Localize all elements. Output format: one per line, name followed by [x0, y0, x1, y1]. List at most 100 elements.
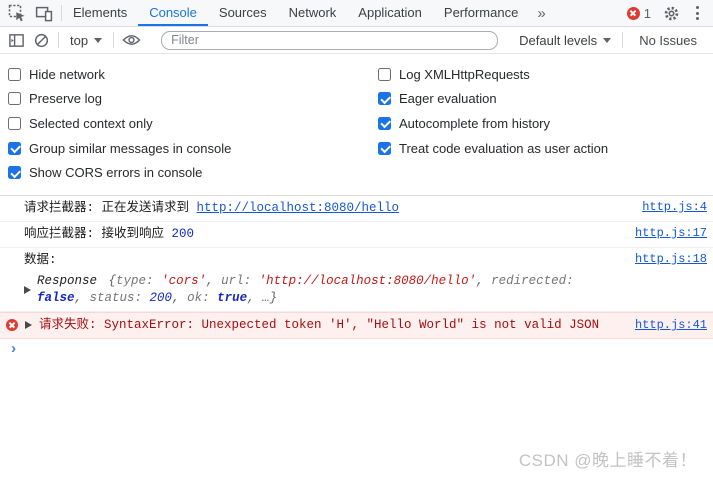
- source-location-link[interactable]: http.js:18: [635, 252, 707, 266]
- checkbox: [8, 117, 21, 130]
- csdn-watermark: CSDN @晚上睡不着！: [519, 446, 697, 471]
- setting-hide-network[interactable]: Hide network: [0, 62, 370, 87]
- expand-arrow-icon[interactable]: [25, 321, 32, 329]
- setting-label: Autocomplete from history: [399, 116, 550, 131]
- console-prompt[interactable]: ›: [0, 339, 713, 361]
- preview-token: 200: [150, 291, 173, 305]
- devtools-window: Elements Console Sources Network Applica…: [0, 0, 713, 478]
- tab-console[interactable]: Console: [138, 0, 208, 26]
- console-log-area: 请求拦截器: 正在发送请求到 http://localhost:8080/hel…: [0, 196, 713, 361]
- preview-token: ,: [206, 274, 221, 288]
- checkbox: [8, 142, 21, 155]
- kebab-menu-icon[interactable]: [692, 4, 703, 22]
- error-icon: [6, 319, 18, 331]
- divider: [622, 32, 623, 48]
- device-toolbar-icon[interactable]: [35, 4, 53, 22]
- setting-label: Log XMLHttpRequests: [399, 67, 530, 82]
- log-levels-dropdown[interactable]: Default levels: [516, 33, 614, 48]
- checkbox: [378, 92, 391, 105]
- setting-label: Show CORS errors in console: [29, 165, 202, 180]
- javascript-context-selector[interactable]: top: [67, 33, 105, 48]
- error-counter[interactable]: 1: [627, 6, 651, 21]
- tab-label: Elements: [73, 5, 127, 20]
- setting-treat-evaluation-user-action[interactable]: Treat code evaluation as user action: [370, 136, 608, 161]
- setting-eager-evaluation[interactable]: Eager evaluation: [370, 87, 608, 112]
- setting-group-similar[interactable]: Group similar messages in console: [0, 136, 370, 161]
- preview-token: status:: [90, 291, 150, 305]
- setting-label: Treat code evaluation as user action: [399, 141, 608, 156]
- log-message-data-object: 数据: Response {type: 'cors', url: 'http:/…: [0, 248, 713, 312]
- log-message-request-interceptor: 请求拦截器: 正在发送请求到 http://localhost:8080/hel…: [0, 196, 713, 222]
- setting-label: Preserve log: [29, 91, 102, 106]
- object-preview[interactable]: Response {type: 'cors', url: 'http://loc…: [24, 273, 623, 307]
- preview-token: {: [109, 274, 117, 288]
- preview-token: ,: [476, 274, 491, 288]
- status-number: 200: [172, 227, 195, 241]
- devtools-tab-bar: Elements Console Sources Network Applica…: [0, 0, 713, 27]
- tab-elements[interactable]: Elements: [62, 0, 138, 26]
- console-settings-pane: Hide network Preserve log Selected conte…: [0, 54, 713, 196]
- clear-console-icon[interactable]: [33, 32, 50, 49]
- chevron-down-icon: [94, 38, 102, 43]
- checkbox: [8, 68, 21, 81]
- chevrons-glyph: »: [537, 5, 544, 22]
- checkbox: [378, 68, 391, 81]
- setting-selected-context-only[interactable]: Selected context only: [0, 111, 370, 136]
- request-url-link[interactable]: http://localhost:8080/hello: [197, 201, 400, 215]
- setting-preserve-log[interactable]: Preserve log: [0, 87, 370, 112]
- setting-label: Eager evaluation: [399, 91, 497, 106]
- source-location-link[interactable]: http.js:17: [635, 226, 707, 240]
- error-badge-icon: [627, 7, 640, 20]
- issues-status[interactable]: No Issues: [631, 33, 705, 48]
- preview-token: redirected:: [491, 274, 574, 288]
- console-sidebar-toggle-icon[interactable]: [8, 32, 25, 49]
- source-location-link[interactable]: http.js:4: [642, 200, 707, 214]
- filter-input[interactable]: [161, 31, 498, 50]
- tab-label: Console: [149, 5, 197, 20]
- tab-label: Performance: [444, 5, 518, 20]
- panel-tabs: Elements Console Sources Network Applica…: [62, 0, 553, 26]
- preview-token: ,: [247, 291, 262, 305]
- setting-label: Selected context only: [29, 116, 153, 131]
- chevron-down-icon: [603, 38, 611, 43]
- console-toolbar: top Default levels No Issues: [0, 27, 713, 54]
- checkbox: [378, 117, 391, 130]
- source-location-link[interactable]: http.js:41: [635, 318, 707, 332]
- preview-token: false: [37, 291, 75, 305]
- inspect-element-icon[interactable]: [8, 4, 26, 22]
- tab-label: Sources: [219, 5, 267, 20]
- setting-show-cors-errors[interactable]: Show CORS errors in console: [0, 160, 370, 185]
- error-text: 请求失败: SyntaxError: Unexpected token 'H',…: [39, 317, 599, 334]
- levels-label: Default levels: [519, 33, 597, 48]
- preview-token: …}: [262, 291, 277, 305]
- preview-token: ,: [172, 291, 187, 305]
- object-class-name: Response: [37, 274, 97, 288]
- preview-token: type:: [116, 274, 161, 288]
- log-text: 数据:: [24, 253, 57, 267]
- preview-token: url:: [221, 274, 259, 288]
- checkbox: [378, 142, 391, 155]
- tab-application[interactable]: Application: [347, 0, 433, 26]
- tab-sources[interactable]: Sources: [208, 0, 278, 26]
- settings-gear-icon[interactable]: [663, 5, 680, 22]
- more-tabs-icon[interactable]: »: [529, 0, 552, 26]
- divider: [113, 32, 114, 48]
- log-text: 请求拦截器: 正在发送请求到: [24, 201, 197, 215]
- tab-label: Network: [289, 5, 337, 20]
- tab-network[interactable]: Network: [278, 0, 348, 26]
- log-message-error: 请求失败: SyntaxError: Unexpected token 'H',…: [0, 312, 713, 339]
- checkbox: [8, 92, 21, 105]
- preview-token: ok:: [187, 291, 217, 305]
- error-count: 1: [644, 6, 651, 21]
- log-text: 响应拦截器: 接收到响应: [24, 227, 172, 241]
- preview-token: ,: [75, 291, 90, 305]
- checkbox: [8, 166, 21, 179]
- setting-log-xmlhttprequests[interactable]: Log XMLHttpRequests: [370, 62, 608, 87]
- live-expression-eye-icon[interactable]: [122, 33, 141, 47]
- setting-autocomplete-history[interactable]: Autocomplete from history: [370, 111, 608, 136]
- preview-token: true: [217, 291, 247, 305]
- prompt-chevron-icon: ›: [9, 343, 18, 357]
- divider: [58, 32, 59, 48]
- expand-arrow-icon[interactable]: [24, 286, 31, 294]
- tab-performance[interactable]: Performance: [433, 0, 529, 26]
